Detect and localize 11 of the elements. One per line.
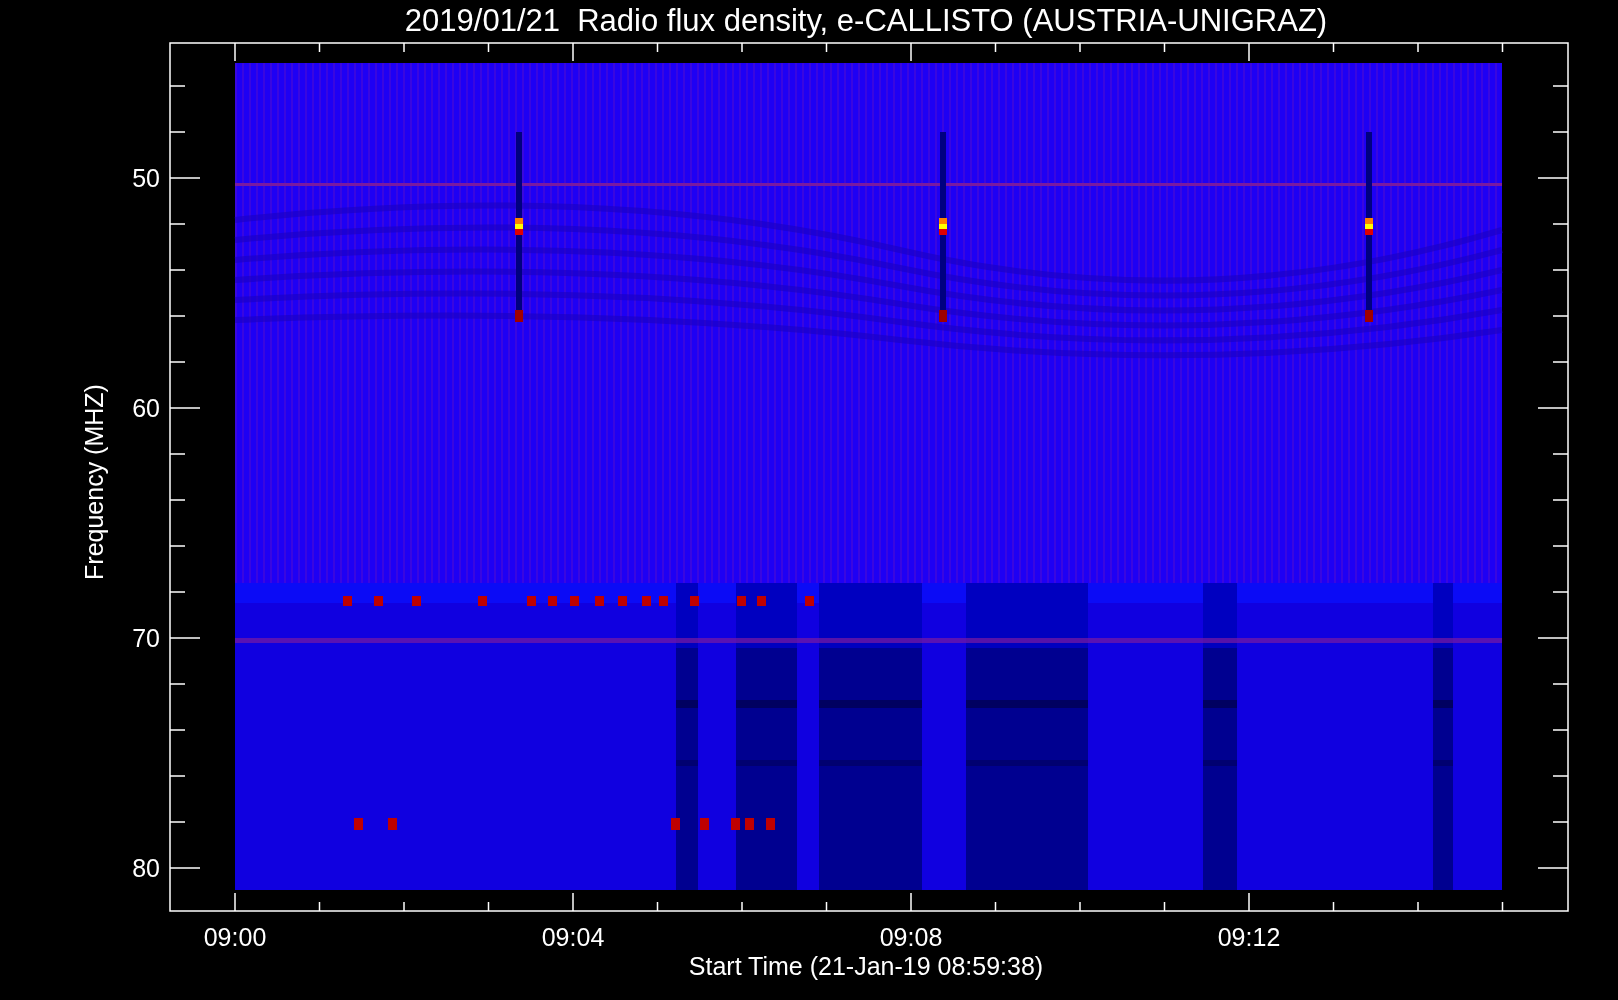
x-axis-label: Start Time (21-Jan-19 08:59:38) (688, 952, 1044, 980)
y-tick-label: 50 (132, 164, 160, 192)
chart-title: 2019/01/21 Radio flux density, e-CALLISTO (AUSTRIA-UNIGRAZ) (404, 3, 1328, 38)
x-tick-label: 09:00 (203, 923, 267, 951)
y-tick-label: 80 (132, 854, 160, 882)
y-tick-label: 70 (132, 624, 160, 652)
x-tick-label: 09:08 (879, 923, 943, 951)
y-axis-label: Frequency (MHZ) (80, 384, 108, 580)
x-tick-label: 09:12 (1217, 923, 1281, 951)
y-tick-label: 60 (132, 394, 160, 422)
x-tick-label: 09:04 (541, 923, 605, 951)
